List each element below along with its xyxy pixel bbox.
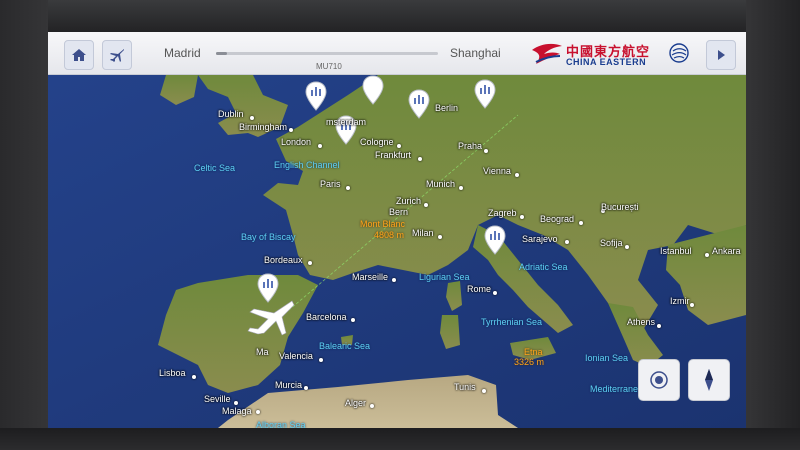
city-munich: Munich: [426, 179, 456, 189]
flight-info-bar: Madrid Shanghai MU710 中國東方航空 CHINA EASTE…: [48, 32, 746, 75]
city-birmingham: Birmingham: [239, 122, 288, 132]
next-button[interactable]: [706, 40, 736, 70]
monitor-bezel-left: [0, 0, 48, 450]
city-alger: Alger: [345, 398, 367, 408]
flight-map[interactable]: Dublin Birmingham msterdam Berlin London…: [48, 75, 746, 428]
city-dublin: Dublin: [218, 109, 244, 119]
flight-number: MU710: [316, 62, 342, 71]
airline-swallow-icon: [532, 43, 562, 64]
aircraft-icon: [247, 300, 295, 336]
city-bordeaux: Bordeaux: [264, 255, 303, 265]
play-icon: [718, 50, 725, 60]
home-icon: [72, 49, 86, 61]
pin-amsterdam[interactable]: [305, 81, 327, 111]
pin-rome[interactable]: [484, 225, 506, 255]
sea-english-channel: English Channel: [274, 160, 340, 170]
city-lisboa: Lisboa: [159, 368, 186, 378]
city-barcelona: Barcelona: [306, 312, 347, 322]
city-vienna: Vienna: [483, 166, 511, 176]
city-milan: Milan: [412, 228, 434, 238]
route-progress-bar: [216, 52, 438, 55]
sea-alboran: Alboran Sea: [256, 420, 306, 428]
compass-button[interactable]: [688, 359, 730, 401]
airplane-icon: [110, 49, 124, 62]
city-ankara: Ankara: [712, 246, 741, 256]
city-malaga: Malaga: [222, 406, 252, 416]
sea-adriatic: Adriatic Sea: [519, 262, 568, 272]
city-paris: Paris: [320, 179, 341, 189]
flight-info-button[interactable]: [102, 40, 132, 70]
city-seville: Seville: [204, 394, 231, 404]
route-progress-fill: [216, 52, 228, 55]
city-madrid: Ma: [256, 347, 269, 357]
city-izmir: Izmir: [670, 296, 690, 306]
sea-ligurian: Ligurian Sea: [419, 272, 470, 282]
city-bucuresti: București: [601, 202, 639, 212]
city-tunis: Tunis: [454, 382, 476, 392]
city-frankfurt: Frankfurt: [375, 150, 412, 160]
monitor-bezel-bottom: [0, 428, 800, 450]
sea-balearic: Balearic Sea: [319, 341, 371, 351]
city-marseille: Marseille: [352, 272, 389, 282]
peak-etna-height: 3326 m: [514, 357, 545, 367]
monitor-bezel-top: [0, 0, 800, 32]
city-sarajevo: Sarajevo: [522, 234, 558, 244]
compass-icon: [705, 369, 713, 391]
city-bern: Bern: [389, 207, 409, 217]
city-athens: Athens: [627, 317, 656, 327]
sea-bay-of-biscay: Bay of Biscay: [241, 232, 296, 242]
airline-name-en: CHINA EASTERN: [566, 57, 647, 67]
city-beograd: Beograd: [540, 214, 575, 224]
pin-praha[interactable]: [474, 79, 496, 109]
city-rome: Rome: [467, 284, 492, 294]
pin-frankfurt[interactable]: [408, 89, 430, 119]
sea-celtic: Celtic Sea: [194, 163, 236, 173]
city-sofija: Sofija: [600, 238, 623, 248]
city-istanbul: Istanbul: [660, 246, 692, 256]
city-zurich: Zurich: [396, 196, 422, 206]
sea-tyrrhenian: Tyrrhenian Sea: [481, 317, 543, 327]
flight-map-screen: Dublin Birmingham msterdam Berlin London…: [48, 32, 746, 428]
skyteam-icon: [669, 43, 689, 63]
center-map-button[interactable]: [638, 359, 680, 401]
peak-mont-blanc-height: 4808 m: [374, 230, 405, 240]
peak-mont-blanc: Mont Blanc: [360, 219, 406, 229]
pin-amsterdam-2[interactable]: [362, 75, 384, 105]
peak-etna: Etna: [524, 347, 543, 357]
home-button[interactable]: [64, 40, 94, 70]
city-murcia: Murcia: [275, 380, 303, 390]
airline-logo: 中國東方航空 CHINA EASTERN: [530, 38, 690, 70]
city-berlin: Berlin: [435, 103, 459, 113]
city-cologne: Cologne: [360, 137, 394, 147]
target-icon: [650, 371, 668, 389]
city-zagreb: Zagreb: [488, 208, 517, 218]
city-valencia: Valencia: [279, 351, 313, 361]
city-praha: Praha: [458, 141, 483, 151]
city-london: London: [281, 137, 312, 147]
city-amsterdam: msterdam: [326, 117, 367, 127]
destination-city: Shanghai: [450, 46, 501, 60]
origin-city: Madrid: [164, 46, 201, 60]
monitor-bezel-right: [746, 0, 800, 450]
sea-ionian: Ionian Sea: [585, 353, 629, 363]
